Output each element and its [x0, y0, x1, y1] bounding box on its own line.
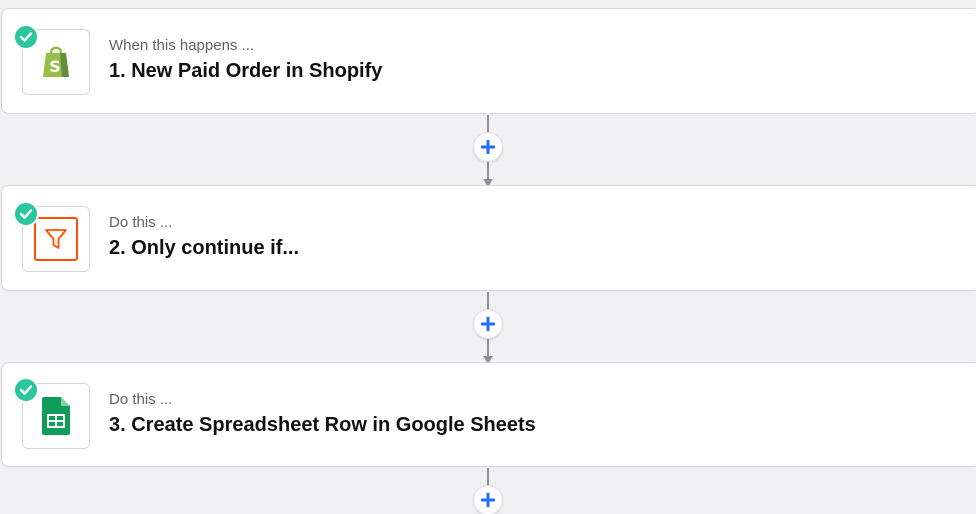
step-kicker: When this happens ...: [109, 37, 255, 54]
connector-line: [487, 468, 489, 485]
step-title: 2. Only continue if...: [109, 237, 300, 259]
zap-editor-canvas: S When this happens ... 1. New Paid Orde…: [0, 0, 976, 514]
connector-line: [487, 162, 489, 179]
plus-icon: [481, 317, 495, 331]
connector-line: [487, 339, 489, 356]
step-card-2[interactable]: Do this ... 2. Only continue if...: [1, 185, 976, 291]
step-title: 1. New Paid Order in Shopify: [109, 60, 383, 82]
shopify-icon: S: [43, 46, 69, 77]
check-icon: [13, 24, 39, 50]
step-card-3[interactable]: Do this ... 3. Create Spreadsheet Row in…: [1, 362, 976, 467]
step-card-1[interactable]: S When this happens ... 1. New Paid Orde…: [1, 8, 976, 114]
plus-icon: [481, 493, 495, 507]
step-kicker: Do this ...: [109, 214, 173, 231]
add-step-button[interactable]: [473, 485, 503, 514]
connector-line: [487, 115, 489, 132]
add-step-button[interactable]: [473, 132, 503, 162]
add-step-button[interactable]: [473, 309, 503, 339]
step-kicker: Do this ...: [109, 391, 173, 408]
step-title: 3. Create Spreadsheet Row in Google Shee…: [109, 414, 536, 436]
check-icon: [13, 201, 39, 227]
svg-text:S: S: [49, 57, 61, 76]
filter-icon: [34, 217, 78, 261]
connector-line: [487, 292, 489, 309]
plus-icon: [481, 140, 495, 154]
check-icon: [13, 377, 39, 403]
google-sheets-icon: [42, 397, 70, 435]
